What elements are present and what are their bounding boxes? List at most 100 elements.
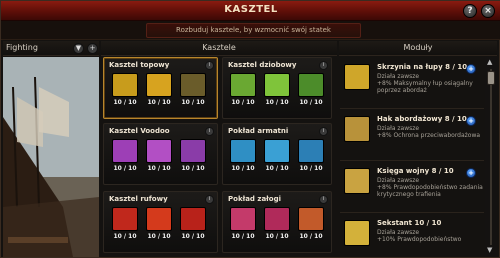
info-icon[interactable]: i: [205, 195, 214, 204]
slot-level: 10 / 10: [181, 99, 205, 106]
slot-level: 10 / 10: [113, 233, 137, 240]
castle-title: Kasztel dziobowy: [228, 61, 297, 69]
castle-slot-icon[interactable]: [230, 207, 256, 231]
slot-level: 10 / 10: [181, 233, 205, 240]
title-bar: KASZTEL ? ×: [1, 1, 500, 21]
slot-level: 10 / 10: [231, 99, 255, 106]
module-desc: +8% Maksymalny łup osiągalny: [377, 80, 473, 87]
castle-title: Kasztel Voodoo: [109, 127, 170, 135]
castle-slot-icon[interactable]: [264, 207, 290, 231]
castle-title: Kasztel rufowy: [109, 195, 168, 203]
castle-slot-icon[interactable]: [146, 207, 172, 231]
castle-slot-icon[interactable]: [112, 139, 138, 163]
castle-slot-icon[interactable]: [264, 139, 290, 163]
module-desc: Działa zawsze: [377, 73, 420, 80]
slot-level: 10 / 10: [265, 165, 289, 172]
module-name: Skrzynia na łupy 8 / 10: [377, 63, 468, 71]
module-desc: krytycznego trafienia: [377, 191, 441, 198]
castle-title: Pokład armatni: [228, 127, 289, 135]
slot-level: 10 / 10: [181, 165, 205, 172]
castle-card-dziobowy[interactable]: Kasztel dziobowy i 10 / 10 10 / 10 10 / …: [222, 57, 332, 119]
info-icon[interactable]: i: [205, 61, 214, 70]
castle-card-zalogi[interactable]: Pokład załogi i 10 / 10 10 / 10 10 / 10: [222, 191, 332, 253]
upgrade-button[interactable]: +: [466, 64, 476, 74]
module-scrollbar[interactable]: ▲ ▼: [485, 57, 497, 257]
slot-level: 10 / 10: [147, 165, 171, 172]
ship-name: Fighting: [6, 43, 38, 52]
module-name: Hak abordażowy 8 / 10: [377, 115, 467, 123]
slot-level: 10 / 10: [147, 99, 171, 106]
castle-slot-icon[interactable]: [180, 73, 206, 97]
slot-level: 10 / 10: [113, 165, 137, 172]
slot-level: 10 / 10: [299, 233, 323, 240]
slot-level: 10 / 10: [265, 99, 289, 106]
scroll-track[interactable]: [490, 69, 492, 245]
castle-slot-icon[interactable]: [112, 73, 138, 97]
module-desc: Działa zawsze: [377, 125, 420, 132]
module-desc: +10% Prawdopodobieństwo: [377, 236, 462, 243]
module-item[interactable]: Sekstant 10 / 10 Działa zawsze +10% Praw…: [340, 215, 484, 257]
scroll-up-icon[interactable]: ▲: [487, 58, 492, 66]
subtitle-text: Rozbuduj kasztele, by wzmocnić swój stat…: [146, 23, 361, 38]
slot-level: 10 / 10: [147, 233, 171, 240]
slot-level: 10 / 10: [265, 233, 289, 240]
module-list: Skrzynia na łupy 8 / 10 Działa zawsze +8…: [340, 57, 484, 257]
help-button[interactable]: ?: [463, 4, 477, 18]
castle-slot-icon[interactable]: [298, 73, 324, 97]
castle-card-armatni[interactable]: Pokład armatni i 10 / 10 10 / 10 10 / 10: [222, 123, 332, 185]
left-header: Fighting ▼ +: [3, 41, 99, 56]
castle-slot-icon[interactable]: [298, 139, 324, 163]
castle-slot-icon[interactable]: [146, 139, 172, 163]
castle-slot-icon[interactable]: [230, 73, 256, 97]
sextant-icon: [344, 220, 370, 246]
info-icon[interactable]: i: [319, 61, 328, 70]
upgrade-button[interactable]: +: [466, 116, 476, 126]
castle-slot-icon[interactable]: [180, 139, 206, 163]
center-header: Kasztele: [101, 41, 337, 56]
module-item[interactable]: Hak abordażowy 8 / 10 Działa zawsze +8% …: [340, 111, 484, 161]
slot-level: 10 / 10: [231, 233, 255, 240]
module-desc: poprzez abordaż: [377, 87, 427, 94]
subtitle-bar: Rozbuduj kasztele, by wzmocnić swój stat…: [1, 21, 500, 40]
module-item[interactable]: Księga wojny 8 / 10 Działa zawsze +8% Pr…: [340, 163, 484, 213]
module-desc: +8% Ochrona przeciwabordażowa: [377, 132, 481, 139]
info-icon[interactable]: i: [205, 127, 214, 136]
castle-slot-icon[interactable]: [146, 73, 172, 97]
castle-title: Pokład załogi: [228, 195, 281, 203]
scroll-thumb[interactable]: [487, 71, 495, 85]
ship-illustration: [3, 57, 99, 257]
castle-title: Kasztel topowy: [109, 61, 170, 69]
window-frame: KASZTEL ? × Rozbuduj kasztele, by wzmocn…: [0, 0, 500, 258]
upgrade-button[interactable]: +: [466, 168, 476, 178]
module-item[interactable]: Skrzynia na łupy 8 / 10 Działa zawsze +8…: [340, 59, 484, 109]
module-desc: Działa zawsze: [377, 229, 420, 236]
war-book-icon: [344, 168, 370, 194]
castle-slot-icon[interactable]: [264, 73, 290, 97]
castle-slot-icon[interactable]: [298, 207, 324, 231]
module-name: Księga wojny 8 / 10: [377, 167, 454, 175]
castle-slot-icon[interactable]: [230, 139, 256, 163]
slot-level: 10 / 10: [113, 99, 137, 106]
close-button[interactable]: ×: [481, 4, 495, 18]
info-icon[interactable]: i: [319, 195, 328, 204]
ship-dropdown-button[interactable]: ▼: [73, 43, 84, 54]
castle-card-voodoo[interactable]: Kasztel Voodoo i 10 / 10 10 / 10 10 / 10: [103, 123, 218, 185]
castle-slot-icon[interactable]: [112, 207, 138, 231]
info-icon[interactable]: i: [319, 127, 328, 136]
window-title: KASZTEL: [224, 4, 278, 15]
castle-slot-icon[interactable]: [180, 207, 206, 231]
slot-level: 10 / 10: [299, 165, 323, 172]
module-desc: +8% Prawdopodobieństwo zadania: [377, 184, 483, 191]
castle-card-topowy[interactable]: Kasztel topowy i 10 / 10 10 / 10 10 / 10: [103, 57, 218, 119]
scroll-down-icon[interactable]: ▼: [487, 246, 492, 254]
slot-level: 10 / 10: [231, 165, 255, 172]
chest-icon: [344, 64, 370, 90]
castle-card-rufowy[interactable]: Kasztel rufowy i 10 / 10 10 / 10 10 / 10: [103, 191, 218, 253]
add-ship-button[interactable]: +: [87, 43, 98, 54]
grappling-hook-icon: [344, 116, 370, 142]
right-header: Moduły: [339, 41, 497, 56]
ship-image: [3, 57, 99, 257]
slot-level: 10 / 10: [299, 99, 323, 106]
module-desc: Działa zawsze: [377, 177, 420, 184]
module-name: Sekstant 10 / 10: [377, 219, 442, 227]
